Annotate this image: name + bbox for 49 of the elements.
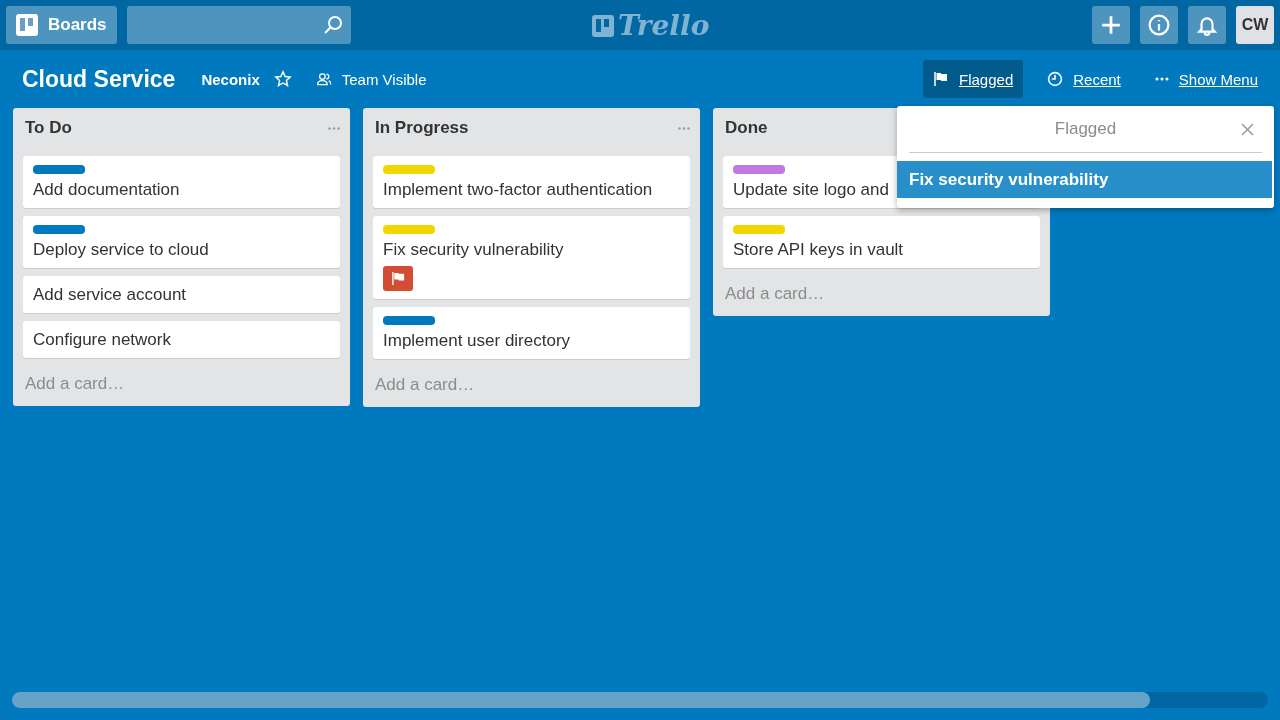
list-title[interactable]: Done: [723, 118, 768, 138]
people-icon: [315, 71, 332, 87]
card-title: Deploy service to cloud: [33, 240, 209, 260]
bell-icon: [1196, 14, 1218, 36]
flag-icon: [390, 271, 406, 286]
card-title: Update site logo and: [733, 180, 889, 200]
search-icon: [322, 15, 343, 35]
close-icon[interactable]: [1241, 123, 1254, 136]
card[interactable]: Deploy service to cloud: [23, 216, 340, 268]
more-icon[interactable]: [328, 126, 340, 130]
flag-icon: [933, 71, 950, 87]
card-title: Fix security vulnerability: [383, 240, 564, 260]
plus-icon: [1100, 14, 1122, 36]
card[interactable]: Implement two-factor authentication: [373, 156, 690, 208]
card-title: Add documentation: [33, 180, 180, 200]
user-avatar[interactable]: CW: [1236, 6, 1274, 44]
popover-title: Flagged: [1054, 119, 1117, 139]
card[interactable]: Fix security vulnerability: [373, 216, 690, 299]
more-icon[interactable]: [678, 126, 690, 130]
card[interactable]: Implement user directory: [373, 307, 690, 359]
star-icon[interactable]: [273, 70, 292, 88]
board-menu-link[interactable]: Recent: [1037, 60, 1131, 98]
card-title: Implement two-factor authentication: [383, 180, 653, 200]
info-button[interactable]: [1140, 6, 1178, 44]
card[interactable]: Configure network: [23, 321, 340, 358]
info-icon: [1148, 14, 1170, 36]
logo-icon: [592, 14, 614, 37]
clock-icon: [1047, 71, 1064, 87]
card-title: Configure network: [33, 330, 171, 350]
search-field[interactable]: [126, 6, 351, 44]
card[interactable]: Add documentation: [23, 156, 340, 208]
board-menu-link[interactable]: Show Menu: [1144, 60, 1268, 98]
visibility-button[interactable]: Team Visible: [305, 60, 437, 98]
flagged-item[interactable]: Fix security vulnerability: [897, 161, 1272, 198]
card-title: Implement user directory: [383, 331, 571, 351]
board-title[interactable]: Cloud Service: [22, 65, 176, 93]
board-icon: [16, 14, 38, 36]
board-menu-link[interactable]: Flagged: [923, 60, 1024, 98]
card-title: Store API keys in vault: [733, 240, 904, 260]
list-title[interactable]: In Progress: [373, 118, 469, 138]
list-title[interactable]: To Do: [23, 118, 72, 138]
logo-text: Trello: [618, 9, 710, 42]
card[interactable]: Add service account: [23, 276, 340, 313]
notifications-button[interactable]: [1188, 6, 1226, 44]
add-button[interactable]: [1092, 6, 1130, 44]
card-title: Add service account: [33, 285, 187, 305]
team-name[interactable]: Neconix: [201, 70, 260, 88]
more-icon: [1154, 77, 1169, 81]
card[interactable]: Store API keys in vault: [723, 216, 1040, 268]
